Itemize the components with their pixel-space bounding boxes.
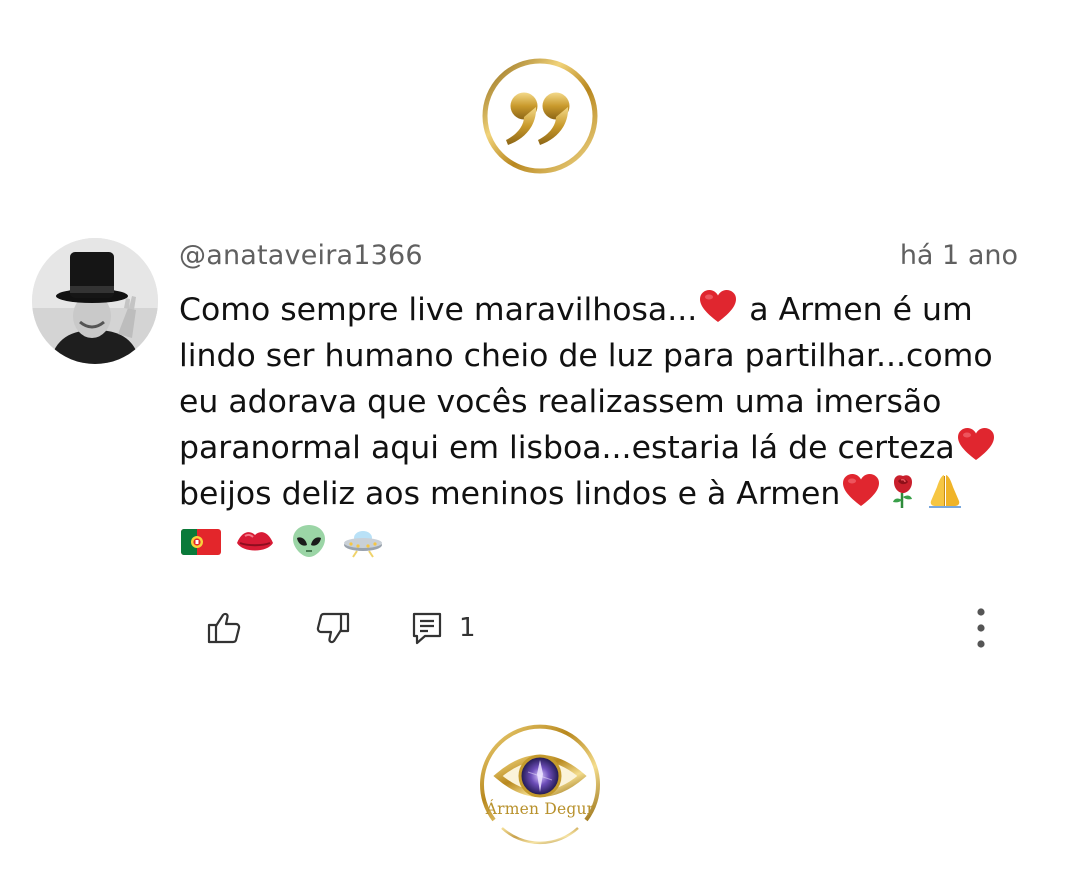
comment-line-6: [179, 521, 1039, 567]
comment: @anataveira1366 há 1 ano Como sempre liv…: [0, 0, 1080, 700]
comment-line-5: beijos deliz aos meninos lindos e à Arme…: [179, 471, 1039, 517]
red-heart-icon: [698, 289, 738, 325]
reply-button[interactable]: 1: [411, 600, 476, 656]
comment-reply-icon: [411, 610, 443, 646]
comment-line-3: eu adorava que vocês realizassem uma ime…: [179, 384, 942, 420]
comment-line-1: Como sempre live maravilhosa... a Armen …: [179, 287, 1039, 333]
portugal-flag-icon: [180, 523, 222, 559]
comment-line-2: lindo ser humano cheio de luz para parti…: [179, 338, 993, 374]
comment-actions: 1: [179, 600, 1019, 656]
brand-name: Ármen Degur: [485, 800, 595, 818]
thumbs-up-icon: [206, 610, 242, 646]
brand-logo: [472, 722, 608, 858]
thumbs-down-icon: [315, 610, 351, 646]
comment-line-4: paranormal aqui em lisboa...estaria lá d…: [179, 425, 1039, 471]
comment-author-handle[interactable]: @anataveira1366: [179, 240, 423, 271]
red-heart-icon: [841, 473, 881, 509]
more-vertical-icon: [971, 608, 991, 656]
dislike-button[interactable]: [315, 600, 351, 656]
comment-timestamp[interactable]: há 1 ano: [900, 240, 1018, 271]
avatar[interactable]: [32, 238, 158, 364]
flying-saucer-icon: [342, 523, 384, 559]
alien-icon: [288, 523, 330, 559]
more-options-button[interactable]: [971, 604, 991, 652]
reply-count: 1: [459, 613, 476, 643]
rose-icon: [883, 473, 923, 509]
like-button[interactable]: [206, 600, 242, 656]
kiss-mark-icon: [234, 523, 276, 559]
comment-text: Como sempre live maravilhosa... a Armen …: [179, 287, 1039, 567]
red-heart-icon: [956, 427, 996, 463]
folded-hands-icon: [925, 473, 965, 509]
